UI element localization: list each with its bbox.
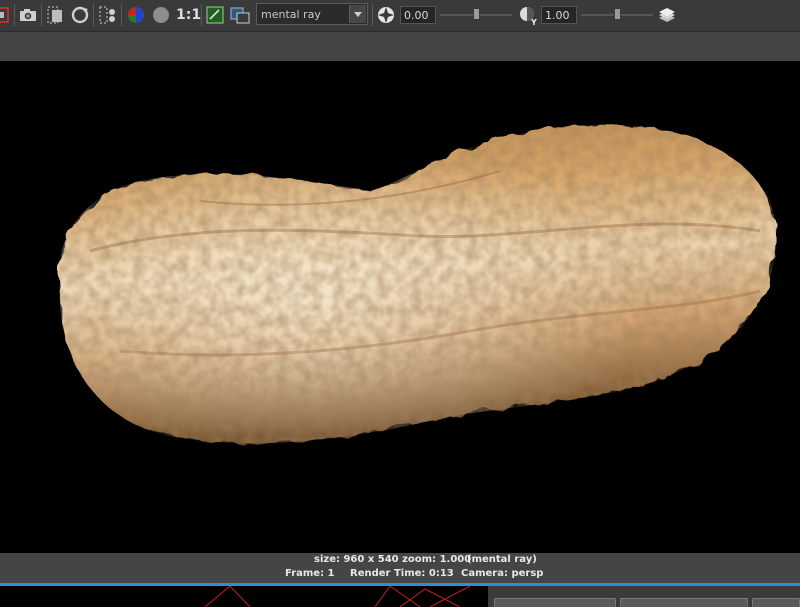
alpha-channel-icon[interactable]	[150, 4, 172, 26]
real-size-button[interactable]: 1:1	[176, 7, 201, 23]
gamma-icon[interactable]: Y	[517, 4, 539, 27]
attribute-panel	[488, 586, 800, 607]
status-frame: Frame: 1	[285, 568, 335, 579]
gamma-field[interactable]: 1.00	[541, 6, 577, 24]
renderer-dropdown[interactable]: mental ray	[256, 3, 368, 25]
exposure-slider-handle[interactable]	[473, 8, 480, 20]
remove-image-icon[interactable]	[229, 4, 251, 26]
bottom-panels	[0, 586, 800, 607]
exposure-field[interactable]: 0.00	[400, 6, 436, 24]
gamma-slider-handle[interactable]	[614, 8, 621, 20]
chevron-down-icon	[349, 5, 366, 23]
snapshot-camera-icon[interactable]	[17, 4, 39, 26]
render-settings-icon[interactable]	[656, 4, 678, 26]
exposure-icon[interactable]	[375, 4, 397, 26]
status-renderer: (mental ray)	[467, 554, 537, 565]
render-region-icon[interactable]	[0, 4, 14, 26]
status-size-zoom: size: 960 x 540 zoom: 1.000	[314, 554, 472, 565]
secondary-toolbar-strip	[0, 32, 800, 61]
render-status-bar: size: 960 x 540 zoom: 1.000 (mental ray)…	[0, 553, 800, 583]
rgb-channels-icon[interactable]	[125, 4, 147, 26]
status-render-time: Render Time: 0:13	[350, 568, 454, 579]
status-camera: Camera: persp	[461, 568, 544, 579]
peanut-render-image	[59, 124, 777, 444]
viewport-panel-preview[interactable]	[0, 586, 488, 607]
panel-tab[interactable]	[620, 598, 748, 607]
svg-text:Y: Y	[530, 18, 537, 26]
ipr-render-icon[interactable]	[97, 4, 119, 26]
refresh-render-icon[interactable]	[69, 4, 91, 26]
render-sequence-icon[interactable]	[44, 4, 66, 26]
panel-tab[interactable]	[494, 598, 616, 607]
render-view-toolbar: 1:1 mental ray 0.00 Y 1.00	[0, 0, 800, 32]
renderer-value: mental ray	[261, 8, 321, 21]
render-viewport[interactable]	[0, 61, 800, 553]
keep-image-icon[interactable]	[204, 4, 226, 26]
panel-tab[interactable]	[752, 598, 800, 607]
